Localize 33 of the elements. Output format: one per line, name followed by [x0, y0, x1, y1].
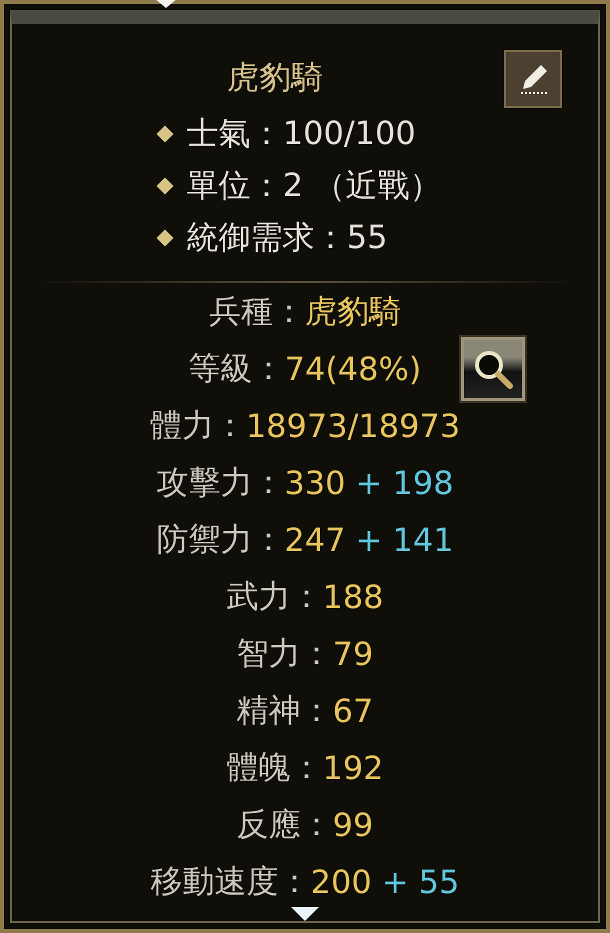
info-text: 士氣：100/100: [186, 113, 416, 154]
stat-value: 79: [332, 634, 374, 672]
stat-label: 精神：: [236, 690, 333, 730]
stat-value: 192: [322, 748, 384, 786]
stat-label: 武力：: [226, 576, 322, 616]
stat-bonus: + 198: [356, 464, 454, 502]
edit-button[interactable]: [504, 50, 562, 108]
stat-value: 67: [332, 692, 374, 730]
info-text: 單位：2 （近戰）: [186, 165, 442, 206]
stat-label: 移動速度：: [150, 860, 311, 902]
stat-label: 攻擊力：: [156, 462, 284, 502]
stat-value: 虎豹騎: [305, 290, 401, 332]
stat-value: 330: [284, 464, 346, 502]
info-text: 統御需求：55: [186, 217, 388, 258]
stat-bonus: + 141: [356, 520, 454, 558]
stat-label: 等級：: [188, 348, 285, 388]
stat-label: 體力：: [150, 404, 246, 446]
pointer-icon: [154, 0, 178, 8]
stat-label: 智力：: [236, 632, 333, 674]
search-button[interactable]: [461, 336, 526, 400]
stat-value: 99: [332, 806, 374, 844]
scroll-down-icon: [291, 907, 319, 921]
stat-value: 188: [322, 578, 384, 616]
stat-bonus: + 55: [382, 862, 460, 900]
stat-label: 體魄：: [226, 746, 322, 788]
stat-label: 防禦力：: [156, 518, 284, 560]
stat-label: 兵種：: [209, 290, 305, 332]
unit-title: 虎豹騎: [227, 57, 323, 98]
stat-label: 反應：: [236, 804, 333, 844]
stat-value: 74(48%): [284, 350, 422, 388]
stat-value: 18973/18973: [246, 406, 460, 444]
stat-value: 247: [284, 520, 346, 558]
stat-value: 200: [310, 862, 372, 900]
